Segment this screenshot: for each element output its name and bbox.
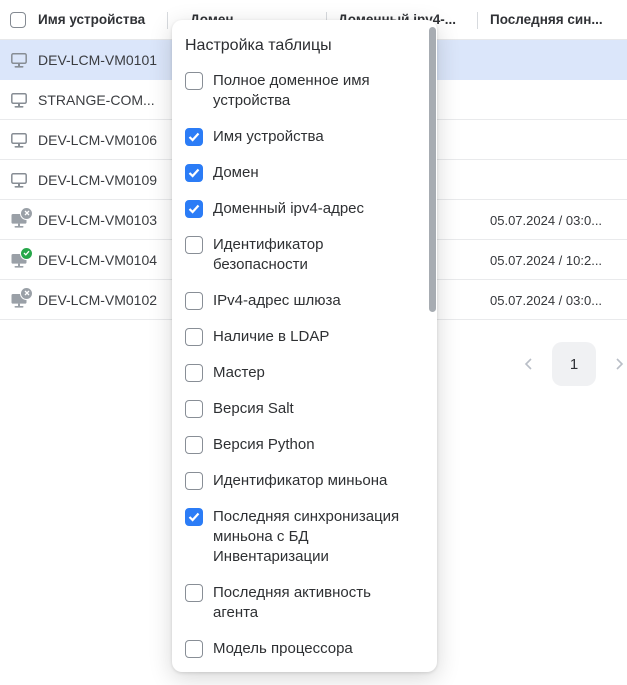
select-all-checkbox[interactable]: [10, 12, 26, 28]
popup-title: Настройка таблицы: [185, 37, 332, 54]
column-option-label: Имя устройства: [213, 128, 324, 145]
last-sync-value: 05.07.2024 / 03:0...: [490, 212, 603, 228]
column-option-label: Идентификатор миньона: [213, 472, 388, 489]
checkbox-icon: [185, 200, 203, 218]
column-option-agent-activity[interactable]: Последняя активность агента: [185, 583, 419, 623]
checkbox-icon: [185, 164, 203, 182]
device-name: DEV-LCM-VM0101: [38, 51, 158, 68]
column-options-list: Полное доменное имя устройства Имя устро…: [185, 71, 419, 672]
scrollbar-thumb[interactable]: [429, 27, 436, 312]
column-option-python-version[interactable]: Версия Python: [185, 435, 419, 455]
column-option-label: Доменный ipv4-адрес: [213, 200, 365, 217]
last-sync-value: 05.07.2024 / 03:0...: [490, 292, 603, 308]
device-monitor-icon: [9, 286, 33, 310]
device-monitor-icon: [9, 170, 29, 190]
online-badge-icon: [20, 246, 33, 260]
column-option-label: Полное доменное имя устройства: [213, 72, 370, 109]
device-monitor-icon: [9, 246, 33, 270]
column-option-label: Модель процессора: [213, 640, 353, 657]
column-option-minion-id[interactable]: Идентификатор миньона: [185, 471, 419, 491]
device-name: DEV-LCM-VM0102: [38, 291, 158, 308]
column-option-master[interactable]: Мастер: [185, 363, 419, 383]
checkbox-icon: [185, 128, 203, 146]
column-option-ldap[interactable]: Наличие в LDAP: [185, 327, 419, 347]
column-option-label: Версия Salt: [213, 400, 294, 417]
checkbox-icon: [185, 472, 203, 490]
device-name: DEV-LCM-VM0109: [38, 171, 158, 188]
column-option-label: Последняя активность агента: [213, 584, 371, 621]
column-option-fqdn[interactable]: Полное доменное имя устройства: [185, 71, 419, 111]
checkbox-icon: [185, 584, 203, 602]
device-name: DEV-LCM-VM0104: [38, 251, 158, 268]
offline-badge-icon: [20, 206, 33, 220]
checkbox-icon: [185, 72, 203, 90]
screen: Имя устройства Домен Доменный ipv4-... П…: [0, 0, 627, 685]
column-divider: [167, 12, 168, 29]
checkbox-icon: [185, 508, 203, 526]
column-option-gateway-ipv4[interactable]: IPv4-адрес шлюза: [185, 291, 419, 311]
column-option-label: Домен: [213, 164, 259, 181]
device-name: DEV-LCM-VM0103: [38, 211, 158, 228]
column-header-device-name[interactable]: Имя устройства: [38, 12, 145, 27]
column-option-domain[interactable]: Домен: [185, 163, 419, 183]
checkbox-icon: [185, 328, 203, 346]
column-option-last-sync[interactable]: Последняя синхронизация миньона с БД Инв…: [185, 507, 419, 567]
column-header-last-sync[interactable]: Последняя син...: [490, 12, 603, 27]
device-monitor-icon: [9, 130, 29, 150]
checkbox-icon: [185, 236, 203, 254]
table-settings-popup: Настройка таблицы Полное доменное имя ус…: [172, 20, 437, 672]
offline-badge-icon: [20, 286, 33, 300]
column-option-label: IPv4-адрес шлюза: [213, 292, 341, 309]
column-option-label: Мастер: [213, 364, 265, 381]
prev-page-button[interactable]: [522, 357, 536, 371]
checkbox-icon: [185, 436, 203, 454]
device-name: DEV-LCM-VM0106: [38, 131, 158, 148]
column-option-label: Идентификатор безопасности: [213, 236, 324, 273]
pagination: 1: [522, 342, 626, 386]
checkbox-icon: [185, 640, 203, 658]
column-option-domain-ipv4[interactable]: Доменный ipv4-адрес: [185, 199, 419, 219]
last-sync-value: 05.07.2024 / 10:2...: [490, 252, 603, 268]
column-option-salt-version[interactable]: Версия Salt: [185, 399, 419, 419]
next-page-button[interactable]: [612, 357, 626, 371]
checkbox-icon: [185, 364, 203, 382]
page-number-button[interactable]: 1: [552, 342, 596, 386]
device-name: STRANGE-COM...: [38, 91, 155, 108]
checkbox-icon: [185, 400, 203, 418]
column-option-label: Версия Python: [213, 436, 315, 453]
device-monitor-icon: [9, 206, 33, 230]
column-divider: [477, 12, 478, 29]
column-option-cpu-model[interactable]: Модель процессора: [185, 639, 419, 659]
column-option-label: Последняя синхронизация миньона с БД Инв…: [213, 508, 400, 565]
checkbox-icon: [185, 292, 203, 310]
column-option-label: Наличие в LDAP: [213, 328, 330, 345]
device-monitor-icon: [9, 50, 29, 70]
column-option-security-id[interactable]: Идентификатор безопасности: [185, 235, 419, 275]
column-option-device-name[interactable]: Имя устройства: [185, 127, 419, 147]
device-monitor-icon: [9, 90, 29, 110]
